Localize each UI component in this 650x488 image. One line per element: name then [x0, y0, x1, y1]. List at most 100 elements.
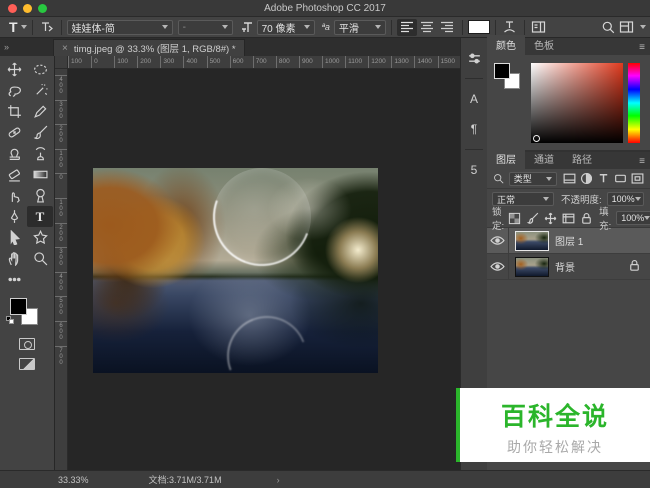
chevron-down-icon	[640, 25, 646, 29]
vertical-ruler[interactable]: 4 0 03 0 02 0 01 0 001 0 02 0 03 0 04 0 …	[55, 69, 68, 470]
zoom-tool[interactable]	[27, 248, 53, 269]
font-size-select[interactable]: 70 像素	[257, 20, 315, 35]
screen-mode-button[interactable]	[19, 358, 35, 370]
ruler-tick-label: 4 0 0	[55, 272, 67, 292]
hand-tool[interactable]	[1, 248, 27, 269]
anti-alias-select[interactable]: 平滑	[334, 20, 386, 35]
toggle-panels-icon[interactable]	[530, 18, 548, 36]
layers-panel-tab[interactable]: 图层	[487, 149, 525, 169]
panel-menu-icon[interactable]: ≡	[634, 42, 650, 55]
font-style-select[interactable]: -	[178, 20, 233, 35]
layer-row[interactable]: 图层 1	[487, 228, 650, 254]
align-right-button[interactable]	[437, 19, 457, 36]
ruler-tick-label: 1000	[322, 56, 345, 68]
ruler-tick-label: 0	[91, 56, 114, 68]
layer-visibility-icon[interactable]	[487, 228, 509, 253]
ruler-origin-corner[interactable]	[55, 56, 68, 69]
ruler-tick-label: 3 0 0	[55, 100, 67, 120]
text-color-swatch[interactable]	[468, 20, 490, 34]
brush-tool[interactable]	[27, 122, 53, 143]
ruler-tick-label: 5 0 0	[55, 296, 67, 316]
color-panel-tab[interactable]: 颜色	[487, 35, 525, 55]
hue-slider[interactable]	[628, 63, 640, 143]
text-orientation-icon[interactable]	[38, 18, 56, 36]
watermark-subtitle: 助你轻松解决	[460, 437, 650, 457]
workspace-switcher-icon[interactable]	[617, 18, 635, 36]
layer-filter-kind-select[interactable]: 类型	[509, 172, 557, 186]
eraser-tool[interactable]	[1, 164, 27, 185]
filter-shape-layers-icon[interactable]	[613, 171, 628, 186]
panel-color-wells	[494, 63, 524, 93]
lock-all-icon[interactable]	[579, 211, 594, 226]
color-panel: 颜色色板 ≡	[487, 38, 650, 150]
type-tool[interactable]: T	[27, 206, 53, 227]
toolbar-collapse-icon[interactable]: »	[4, 42, 53, 52]
pen-tool[interactable]	[1, 206, 27, 227]
path-select-tool[interactable]	[1, 227, 27, 248]
clone-stamp-tool[interactable]	[1, 143, 27, 164]
layers-panel-tab[interactable]: 路径	[563, 149, 601, 169]
marquee-tool[interactable]	[27, 59, 53, 80]
foreground-color-swatch[interactable]	[10, 298, 27, 315]
zoom-level-field[interactable]: 33.33%	[58, 475, 89, 485]
horizontal-ruler[interactable]: 1000100200300400500600700800900100011001…	[68, 56, 460, 69]
close-tab-icon[interactable]: ×	[62, 43, 68, 54]
properties-panel-icon[interactable]	[464, 48, 484, 68]
ruler-tick-label: 800	[276, 56, 299, 68]
color-picker-cursor[interactable]	[533, 135, 540, 142]
align-left-button[interactable]	[397, 19, 417, 36]
filter-adjustment-layers-icon[interactable]	[579, 171, 594, 186]
ruler-tick-label: 1500	[438, 56, 461, 68]
saturation-brightness-picker[interactable]	[531, 63, 623, 143]
font-family-select[interactable]: 娃娃体-简	[67, 20, 173, 35]
shape-tool[interactable]	[27, 227, 53, 248]
chevron-down-icon	[644, 216, 650, 220]
glyphs-panel-icon[interactable]: 5	[464, 160, 484, 180]
quick-mask-button[interactable]	[19, 338, 35, 350]
canvas-area[interactable]	[68, 69, 460, 470]
filter-smart-objects-icon[interactable]	[630, 171, 645, 186]
ruler-tick-label: 900	[299, 56, 322, 68]
dodge-tool[interactable]	[27, 185, 53, 206]
align-center-button[interactable]	[417, 19, 437, 36]
opacity-input[interactable]: 100%	[607, 192, 644, 206]
panel-menu-icon[interactable]: ≡	[634, 156, 650, 169]
color-panel-tab[interactable]: 色板	[525, 35, 563, 55]
filter-type-layers-icon[interactable]	[596, 171, 611, 186]
lasso-tool[interactable]	[1, 80, 27, 101]
status-chevron-icon[interactable]: ›	[277, 475, 280, 485]
layer-row[interactable]: 背景	[487, 254, 650, 280]
document-tab[interactable]: × timg.jpeg @ 33.3% (图层 1, RGB/8#) *	[53, 39, 245, 56]
filter-pixel-layers-icon[interactable]	[562, 171, 577, 186]
lock-transparent-pixels-icon[interactable]	[507, 211, 522, 226]
ruler-tick-label: 400	[183, 56, 206, 68]
character-panel-icon[interactable]: A	[464, 89, 484, 109]
layers-panel-tab[interactable]: 通道	[525, 149, 563, 169]
chevron-down-icon	[304, 25, 310, 29]
ruler-tick-label: 1400	[414, 56, 437, 68]
eyedropper-tool[interactable]	[27, 101, 53, 122]
layer-thumbnail[interactable]	[515, 231, 549, 251]
gradient-tool[interactable]	[27, 164, 53, 185]
panel-foreground-swatch[interactable]	[494, 63, 510, 79]
magic-wand-tool[interactable]	[27, 80, 53, 101]
lock-position-icon[interactable]	[543, 211, 558, 226]
type-tool-preset-icon[interactable]: T	[9, 19, 18, 35]
crop-tool[interactable]	[1, 101, 27, 122]
edit-toolbar[interactable]	[1, 269, 27, 290]
warp-text-icon[interactable]	[501, 18, 519, 36]
fill-input[interactable]: 100%	[616, 211, 650, 225]
smudge-tool[interactable]	[1, 185, 27, 206]
move-tool[interactable]	[1, 59, 27, 80]
history-brush-tool[interactable]	[27, 143, 53, 164]
layer-thumbnail[interactable]	[515, 257, 549, 277]
paragraph-panel-icon[interactable]: ¶	[464, 119, 484, 139]
lock-artboard-icon[interactable]	[561, 211, 576, 226]
search-icon[interactable]	[599, 18, 617, 36]
layer-visibility-icon[interactable]	[487, 254, 509, 279]
document-image[interactable]	[93, 168, 378, 373]
healing-brush-tool[interactable]	[1, 122, 27, 143]
lock-image-pixels-icon[interactable]	[525, 211, 540, 226]
default-colors-icon[interactable]	[6, 316, 14, 324]
document-size-info: 文档:3.71M/3.71M	[149, 473, 222, 486]
